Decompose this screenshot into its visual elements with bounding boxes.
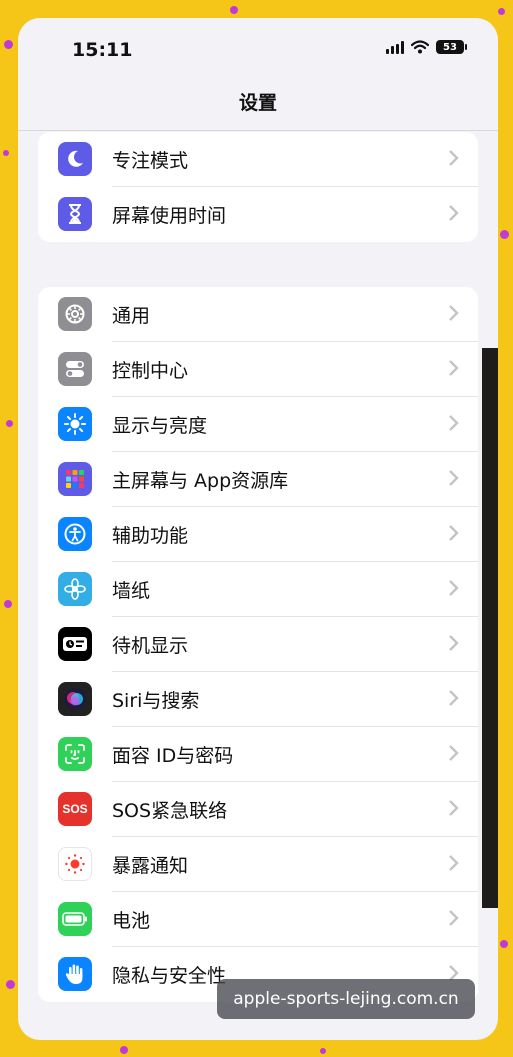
chevron-right-icon	[449, 525, 459, 541]
chevron-right-icon	[449, 690, 459, 706]
chevron-right-icon	[449, 305, 459, 321]
decor-dot	[120, 1046, 128, 1054]
settings-row-label: 专注模式	[112, 150, 189, 172]
battery-indicator: 53	[436, 40, 467, 54]
chevron-right-icon	[449, 205, 459, 221]
settings-row-control-center[interactable]: 控制中心	[38, 342, 478, 397]
siri-icon	[58, 682, 92, 716]
battery-icon	[58, 902, 92, 936]
chevron-right-icon	[449, 360, 459, 376]
settings-row-label: 电池	[112, 910, 151, 932]
app-grid-icon	[58, 462, 92, 496]
sun-icon	[58, 407, 92, 441]
flower-icon	[58, 572, 92, 606]
nav-divider	[18, 130, 498, 131]
settings-row-label: 显示与亮度	[112, 415, 208, 437]
settings-row-label: SOS紧急联络	[112, 800, 228, 822]
chevron-right-icon	[449, 150, 459, 166]
chevron-right-icon	[449, 470, 459, 486]
settings-row-battery[interactable]: 电池	[38, 892, 478, 947]
decor-dot	[498, 8, 505, 15]
settings-row-label: 屏幕使用时间	[112, 205, 227, 227]
moon-icon	[58, 142, 92, 176]
chevron-right-icon	[449, 580, 459, 596]
page-title: 设置	[238, 92, 277, 114]
settings-row-label: 待机显示	[112, 635, 189, 657]
settings-row-label: 通用	[112, 305, 151, 327]
settings-row-label: 隐私与安全性	[112, 965, 227, 987]
exposure-icon	[58, 847, 92, 881]
watermark: apple-sports-lejing.com.cn	[217, 979, 475, 1019]
settings-row-exposure[interactable]: 暴露通知	[38, 837, 478, 892]
sos-icon: SOS	[58, 792, 92, 826]
decor-dot	[4, 600, 12, 608]
settings-row-general[interactable]: 通用	[38, 287, 478, 342]
decor-dot	[500, 940, 508, 948]
face-id-icon	[58, 737, 92, 771]
status-bar: 15:11 53	[18, 18, 498, 78]
settings-row-label: 面容 ID与密码	[112, 745, 234, 767]
settings-row-label: Siri与搜索	[112, 690, 200, 712]
decor-dot	[500, 230, 509, 239]
settings-screen: 15:11 53 设置 专注模式 屏幕使用时间 通用 控制中心 显示与亮度 主屏…	[18, 18, 498, 1040]
decor-dot	[3, 150, 9, 156]
chevron-right-icon	[449, 415, 459, 431]
settings-row-face-id[interactable]: 面容 ID与密码	[38, 727, 478, 782]
settings-row-accessibility[interactable]: 辅助功能	[38, 507, 478, 562]
cellular-signal-icon	[386, 40, 404, 54]
accessibility-icon	[58, 517, 92, 551]
settings-row-sos[interactable]: SOS SOS紧急联络	[38, 782, 478, 837]
decor-dot	[320, 1048, 326, 1054]
background-edge	[482, 348, 498, 908]
settings-row-wallpaper[interactable]: 墙纸	[38, 562, 478, 617]
settings-row-screen-time[interactable]: 屏幕使用时间	[38, 187, 478, 242]
status-time: 15:11	[72, 39, 133, 61]
settings-row-label: 控制中心	[112, 360, 189, 382]
chevron-right-icon	[449, 855, 459, 871]
settings-row-display[interactable]: 显示与亮度	[38, 397, 478, 452]
chevron-right-icon	[449, 800, 459, 816]
settings-group-general: 通用 控制中心 显示与亮度 主屏幕与 App资源库 辅助功能 墙纸 待机显示 S…	[38, 287, 478, 1002]
settings-row-label: 辅助功能	[112, 525, 189, 547]
status-icons: 53	[386, 40, 467, 54]
settings-group-focus: 专注模式 屏幕使用时间	[38, 132, 478, 242]
settings-row-focus[interactable]: 专注模式	[38, 132, 478, 187]
chevron-right-icon	[449, 745, 459, 761]
gear-icon	[58, 297, 92, 331]
decor-dot	[6, 980, 15, 989]
standby-icon	[58, 627, 92, 661]
chevron-right-icon	[449, 910, 459, 926]
settings-row-label: 主屏幕与 App资源库	[112, 470, 289, 492]
hourglass-icon	[58, 197, 92, 231]
chevron-right-icon	[449, 635, 459, 651]
wifi-icon	[411, 40, 429, 54]
settings-row-label: 暴露通知	[112, 855, 189, 877]
settings-row-label: 墙纸	[112, 580, 151, 602]
settings-row-standby[interactable]: 待机显示	[38, 617, 478, 672]
decor-dot	[6, 420, 13, 427]
battery-level: 53	[443, 41, 457, 53]
settings-row-siri[interactable]: Siri与搜索	[38, 672, 478, 727]
decor-dot	[230, 6, 238, 14]
decor-dot	[4, 40, 13, 49]
settings-row-home-screen[interactable]: 主屏幕与 App资源库	[38, 452, 478, 507]
hand-icon	[58, 957, 92, 991]
toggles-icon	[58, 352, 92, 386]
